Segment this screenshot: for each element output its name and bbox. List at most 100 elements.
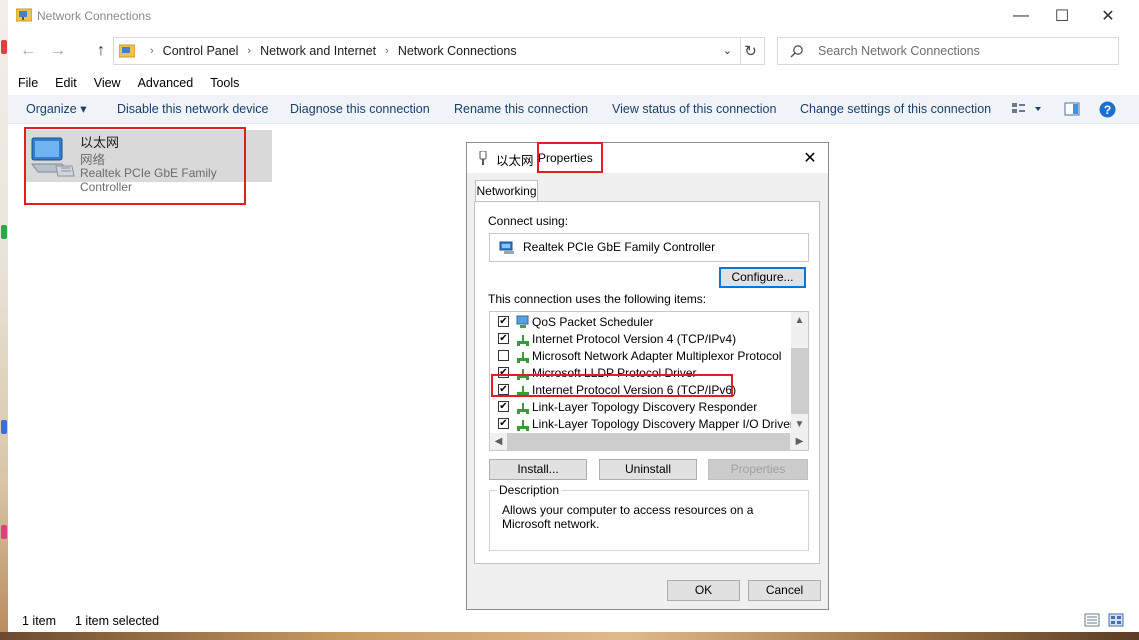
- diagnose-button[interactable]: Diagnose this connection: [290, 95, 430, 123]
- highlight-annotation: [537, 142, 603, 173]
- properties-dialog: 以太网 Properties ✕ Networking Connect usin…: [466, 142, 829, 610]
- item-label: Link-Layer Topology Discovery Mapper I/O…: [532, 417, 794, 431]
- up-button[interactable]: ↑: [91, 41, 111, 61]
- desktop-background-strip: [0, 0, 8, 640]
- refresh-button[interactable]: ↻: [737, 37, 765, 65]
- item-checkbox[interactable]: ✔: [498, 418, 509, 429]
- highlight-annotation: [24, 127, 246, 205]
- organize-button[interactable]: Organize ▾: [26, 95, 86, 123]
- vertical-scrollbar[interactable]: ▲ ▼: [791, 312, 808, 433]
- item-checkbox[interactable]: ✔: [498, 401, 509, 412]
- scroll-right-icon[interactable]: ▶: [791, 433, 808, 450]
- address-bar[interactable]: › Control Panel › Network and Internet ›…: [113, 37, 741, 65]
- network-adapter-icon: [499, 241, 514, 254]
- breadcrumb-network-and-internet[interactable]: Network and Internet: [260, 44, 376, 58]
- item-label: QoS Packet Scheduler: [532, 315, 654, 329]
- close-button[interactable]: ✕: [1085, 0, 1131, 31]
- protocol-icon: [517, 352, 529, 363]
- description-label: Description: [497, 483, 562, 497]
- svg-text:?: ?: [1103, 103, 1110, 117]
- view-status-button[interactable]: View status of this connection: [612, 95, 776, 123]
- cancel-button[interactable]: Cancel: [748, 580, 821, 601]
- back-button[interactable]: ←: [18, 41, 38, 61]
- item-checkbox[interactable]: ✔: [498, 333, 509, 344]
- search-input[interactable]: [816, 43, 1100, 59]
- search-icon: [790, 45, 803, 58]
- connect-using-label: Connect using:: [488, 214, 569, 228]
- dialog-title-connection: 以太网: [496, 154, 534, 168]
- network-plug-icon: [479, 151, 487, 165]
- highlight-annotation: [491, 374, 733, 397]
- preview-pane-icon: [1064, 102, 1080, 116]
- items-label: This connection uses the following items…: [488, 292, 707, 306]
- change-settings-button[interactable]: Change settings of this connection: [800, 95, 991, 123]
- description-group: Description Allows your computer to acce…: [489, 483, 809, 551]
- adapter-name: Realtek PCIe GbE Family Controller: [523, 240, 716, 254]
- breadcrumb-network-connections[interactable]: Network Connections: [398, 44, 517, 58]
- list-item[interactable]: ✔ Link-Layer Topology Discovery Responde…: [490, 399, 790, 416]
- title-bar: Network Connections — ☐ ✕: [8, 0, 1139, 31]
- qos-icon: [516, 315, 529, 328]
- protocol-icon: [517, 335, 529, 346]
- menu-view[interactable]: View: [87, 73, 128, 93]
- disable-device-button[interactable]: Disable this network device: [117, 95, 268, 123]
- chevron-right-icon: ›: [150, 45, 154, 57]
- window-title: Network Connections: [37, 9, 152, 23]
- scrollbar-thumb[interactable]: [507, 433, 790, 450]
- scroll-left-icon[interactable]: ◀: [490, 433, 507, 450]
- item-properties-button[interactable]: Properties: [708, 459, 808, 480]
- search-box[interactable]: [777, 37, 1119, 65]
- list-item[interactable]: ✔ Link-Layer Topology Discovery Mapper I…: [490, 416, 794, 433]
- scrollbar-thumb[interactable]: [791, 348, 808, 414]
- control-panel-icon: [119, 44, 135, 58]
- scroll-down-icon[interactable]: ▼: [791, 416, 808, 433]
- item-checkbox[interactable]: ✔: [498, 316, 509, 327]
- list-item[interactable]: Microsoft Network Adapter Multiplexor Pr…: [490, 348, 790, 365]
- breadcrumb-control-panel[interactable]: Control Panel: [163, 44, 239, 58]
- dialog-title-bar: 以太网 Properties ✕: [467, 143, 828, 173]
- scroll-up-icon[interactable]: ▲: [791, 312, 808, 329]
- help-button[interactable]: ?: [1098, 100, 1116, 118]
- command-bar: Organize ▾ Disable this network device D…: [8, 95, 1139, 124]
- forward-button[interactable]: →: [48, 41, 68, 61]
- item-label: Microsoft Network Adapter Multiplexor Pr…: [532, 349, 782, 363]
- breadcrumb: › Control Panel › Network and Internet ›…: [141, 44, 517, 58]
- tab-networking[interactable]: Networking: [475, 180, 538, 201]
- change-view-button[interactable]: [1008, 100, 1048, 118]
- item-checkbox[interactable]: [498, 350, 509, 361]
- navigation-bar: ← → ↑ › Control Panel › Network and Inte…: [8, 33, 1139, 69]
- details-view-icon[interactable]: [1084, 613, 1100, 627]
- dialog-close-button[interactable]: ✕: [798, 146, 822, 170]
- item-count: 1 item: [22, 614, 57, 628]
- uninstall-button[interactable]: Uninstall: [599, 459, 697, 480]
- menu-bar: File Edit View Advanced Tools: [8, 73, 246, 93]
- network-folder-icon: [16, 8, 32, 22]
- list-item[interactable]: ✔ QoS Packet Scheduler: [490, 314, 790, 331]
- status-bar: 1 item 1 item selected: [8, 610, 1139, 632]
- minimize-button[interactable]: —: [998, 0, 1044, 31]
- horizontal-scrollbar[interactable]: ◀ ▶: [490, 433, 808, 450]
- rename-button[interactable]: Rename this connection: [454, 95, 588, 123]
- item-label: Internet Protocol Version 4 (TCP/IPv4): [532, 332, 737, 346]
- list-item[interactable]: ✔ Internet Protocol Version 4 (TCP/IPv4): [490, 331, 790, 348]
- chevron-right-icon[interactable]: ›: [385, 45, 389, 57]
- install-button[interactable]: Install...: [489, 459, 587, 480]
- menu-file[interactable]: File: [11, 73, 45, 93]
- menu-advanced[interactable]: Advanced: [131, 73, 201, 93]
- maximize-button[interactable]: ☐: [1039, 0, 1085, 31]
- chevron-right-icon[interactable]: ›: [247, 45, 251, 57]
- configure-button[interactable]: Configure...: [719, 267, 806, 288]
- desktop-background-strip-bottom: [0, 632, 1139, 640]
- ok-button[interactable]: OK: [667, 580, 740, 601]
- selected-count: 1 item selected: [75, 614, 160, 628]
- menu-edit[interactable]: Edit: [48, 73, 84, 93]
- adapter-field: Realtek PCIe GbE Family Controller: [489, 233, 809, 262]
- view-options-icon: [1012, 103, 1041, 113]
- chevron-down-icon[interactable]: ⌄: [723, 44, 732, 57]
- item-label: Link-Layer Topology Discovery Responder: [532, 400, 758, 414]
- help-icon: ?: [1099, 101, 1115, 117]
- large-icons-view-icon[interactable]: [1108, 613, 1124, 627]
- menu-tools[interactable]: Tools: [203, 73, 246, 93]
- preview-pane-button[interactable]: [1062, 100, 1082, 118]
- protocol-icon: [517, 403, 529, 414]
